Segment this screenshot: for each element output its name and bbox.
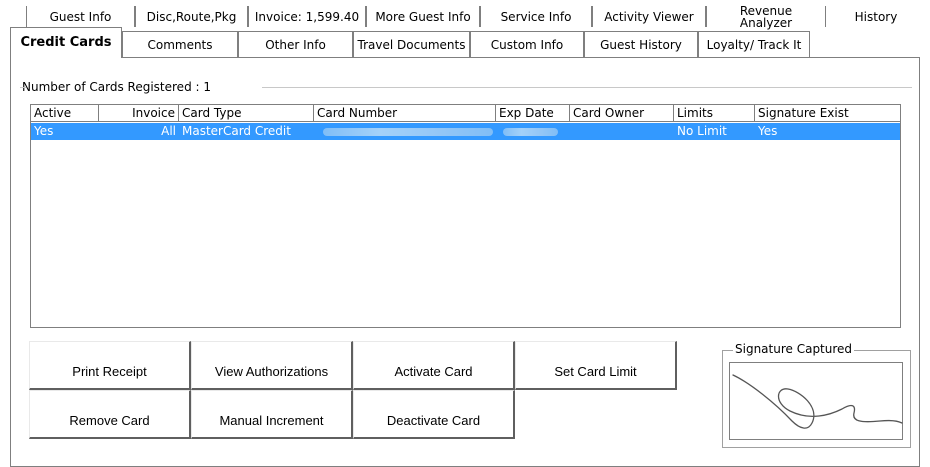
tab-service-info[interactable]: Service Info — [480, 6, 592, 27]
signature-pad — [729, 362, 903, 440]
cell-signature-exist: Yes — [758, 124, 778, 138]
remove-card-button[interactable]: Remove Card — [29, 390, 191, 439]
col-header-card-owner[interactable]: Card Owner — [570, 105, 674, 122]
col-header-card-type[interactable]: Card Type — [179, 105, 314, 122]
col-header-signature-exist[interactable]: Signature Exist — [755, 105, 900, 122]
cell-card-owner — [570, 123, 674, 140]
col-header-active[interactable]: Active — [31, 105, 99, 122]
activate-card-button[interactable]: Activate Card — [353, 341, 515, 390]
tab-loyalty-track-it[interactable]: Loyalty/ Track It — [698, 31, 810, 57]
cards-grid[interactable]: Active Invoice Card Type Card Number Exp… — [30, 104, 901, 328]
tab-guest-info[interactable]: Guest Info — [26, 6, 135, 27]
col-header-exp-date[interactable]: Exp Date — [496, 105, 570, 122]
tab-comments[interactable]: Comments — [122, 31, 238, 57]
tab-more-guest-info[interactable]: More Guest Info — [366, 6, 480, 27]
exp-date-redaction — [503, 128, 558, 136]
signature-image — [732, 374, 903, 429]
set-card-limit-button[interactable]: Set Card Limit — [515, 341, 677, 390]
tab-travel-documents[interactable]: Travel Documents — [353, 31, 470, 57]
deactivate-card-button[interactable]: Deactivate Card — [353, 390, 515, 439]
group-divider-left — [20, 87, 26, 88]
group-divider-right — [262, 87, 912, 88]
print-receipt-button[interactable]: Print Receipt — [29, 341, 191, 390]
col-header-limits[interactable]: Limits — [674, 105, 755, 122]
cell-active: Yes — [34, 124, 54, 138]
tab-disc-route-pkg[interactable]: Disc,Route,Pkg — [135, 6, 248, 27]
tab-custom-info[interactable]: Custom Info — [470, 31, 584, 57]
tab-credit-cards[interactable]: Credit Cards — [10, 27, 122, 58]
tab-invoice[interactable]: Invoice: 1,599.40 — [248, 6, 366, 27]
cell-invoice: All — [161, 124, 176, 138]
table-row[interactable]: Yes All MasterCard Credit No Limit Yes — [31, 123, 900, 140]
signature-captured-label: Signature Captured — [733, 342, 855, 356]
manual-increment-button[interactable]: Manual Increment — [191, 390, 353, 439]
cell-card-type: MasterCard Credit — [182, 124, 291, 138]
tab-history[interactable]: History — [826, 6, 926, 27]
tab-activity-viewer[interactable]: Activity Viewer — [592, 6, 706, 27]
tab-other-info[interactable]: Other Info — [238, 31, 353, 57]
tab-guest-history[interactable]: Guest History — [584, 31, 698, 57]
card-number-redaction — [323, 128, 493, 136]
tab-revenue-analyzer[interactable]: Revenue Analyzer — [706, 5, 826, 29]
col-header-card-number[interactable]: Card Number — [314, 105, 496, 122]
guest-credit-cards-window: Guest Info Disc,Route,Pkg Invoice: 1,599… — [0, 0, 930, 467]
cards-count-label: Number of Cards Registered : 1 — [20, 80, 213, 94]
cell-limits: No Limit — [677, 124, 727, 138]
col-header-invoice[interactable]: Invoice — [99, 105, 179, 122]
grid-header: Active Invoice Card Type Card Number Exp… — [31, 105, 900, 122]
view-authorizations-button[interactable]: View Authorizations — [191, 341, 353, 390]
